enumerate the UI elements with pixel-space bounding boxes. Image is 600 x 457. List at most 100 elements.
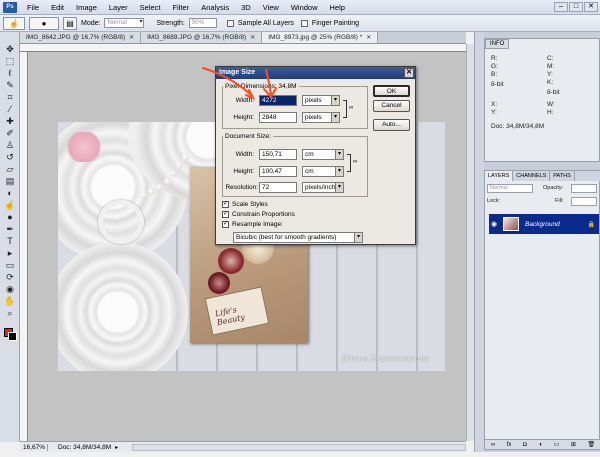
dodge-tool-icon[interactable]: ● [4,212,16,223]
pixel-height-input[interactable]: 2848 [259,112,297,123]
menu-layer[interactable]: Layer [103,3,134,12]
tab-layers[interactable]: LAYERS [485,171,514,181]
layer-mask-icon[interactable]: ◘ [523,442,527,448]
blur-tool-icon[interactable]: ◐ [4,188,16,199]
layer-row-background[interactable]: ◉ Background 🔒 [489,214,599,234]
resolution-unit-select[interactable]: pixels/inch ▾ [302,182,344,193]
zoom-tool-icon[interactable]: ⌕ [4,308,16,319]
pen-tool-icon[interactable]: ✒ [4,224,16,235]
finger-painting-checkbox[interactable] [300,19,308,27]
ok-button[interactable]: OK [373,85,410,97]
hand-tool-icon[interactable]: ✋ [4,296,16,307]
doc-width-input[interactable]: 150,71 [259,149,297,160]
close-tab-icon[interactable]: ✕ [129,34,134,41]
eyedropper-tool-icon[interactable]: ⁄ [4,104,16,115]
gradient-tool-icon[interactable]: ▤ [4,176,16,187]
delete-layer-icon[interactable]: 🗑 [587,441,595,448]
strength-input[interactable]: 50% [188,18,217,28]
auto-button[interactable]: Auto... [373,119,410,131]
clone-stamp-tool-icon[interactable]: ♙ [4,140,16,151]
new-group-icon[interactable]: ▭ [554,441,560,448]
menu-file[interactable]: File [21,3,45,12]
constrain-proportions-checkbox[interactable]: ✓ Constrain Proportions [222,211,295,218]
pixel-width-unit-select[interactable]: pixels ▾ [302,95,340,106]
status-menu-arrow-icon[interactable]: ▸ [115,444,118,451]
blend-mode-select[interactable]: Normal [487,184,533,193]
dialog-title-bar[interactable]: Image Size ✕ [216,67,415,79]
tool-preset-picker[interactable]: ☝ [3,16,25,30]
resolution-label: Resolution: [225,184,258,191]
resample-image-checkbox[interactable]: ✓ Resample Image: [222,221,283,228]
adjustment-layer-icon[interactable]: ◑ [538,442,542,448]
3d-rotate-tool-icon[interactable]: ⟳ [4,272,16,283]
healing-brush-tool-icon[interactable]: ✚ [4,116,16,127]
menu-3d[interactable]: 3D [235,3,257,12]
cancel-button[interactable]: Cancel [373,100,410,112]
brush-preset-picker[interactable]: ● [29,16,59,30]
dialog-title: Image Size [219,69,256,76]
crop-tool-icon[interactable]: ⌗ [4,92,16,103]
move-tool-icon[interactable]: ✥ [4,44,16,55]
dropdown-arrow-icon: ▾ [331,113,339,122]
close-tab-icon[interactable]: ✕ [366,34,371,41]
link-layers-icon[interactable]: ∞ [491,442,495,448]
vertical-scrollbar[interactable] [466,44,474,441]
doc-tab-label: IMG_8689.JPG @ 16,7% (RGB/8) [147,34,247,41]
layer-style-icon[interactable]: fx [507,442,512,448]
background-color-swatch[interactable] [8,332,17,341]
fill-input[interactable] [571,197,597,206]
eraser-tool-icon[interactable]: ▱ [4,164,16,175]
ruler-horizontal[interactable] [20,44,466,52]
menu-select[interactable]: Select [134,3,167,12]
mode-select[interactable]: Normal [104,18,145,28]
pixel-height-unit-select[interactable]: pixels ▾ [302,112,340,123]
zoom-level[interactable]: 16,67% [20,443,48,451]
close-window-button[interactable]: ✕ [584,2,598,12]
doc-width-unit-select[interactable]: cm ▾ [302,149,344,160]
menu-image[interactable]: Image [70,3,103,12]
scale-styles-checkbox[interactable]: ✓ Scale Styles [222,201,268,208]
minimize-button[interactable]: – [554,2,568,12]
doc-height-unit-select[interactable]: cm ▾ [302,166,344,177]
brush-tool-icon[interactable]: ✐ [4,128,16,139]
doc-tab-2[interactable]: IMG_8689.JPG @ 16,7% (RGB/8) ✕ [141,32,263,43]
menu-view[interactable]: View [257,3,285,12]
layer-name: Background [525,220,560,228]
horizontal-scrollbar[interactable] [132,443,466,451]
info-tab[interactable]: INFO [485,39,510,49]
doc-tab-3[interactable]: IMG_8973.jpg @ 25% (RGB/8) * ✕ [262,32,379,43]
menu-edit[interactable]: Edit [45,3,70,12]
dialog-close-icon[interactable]: ✕ [404,68,414,78]
type-tool-icon[interactable]: T [4,236,16,247]
path-select-tool-icon[interactable]: ▸ [4,248,16,259]
doc-tab-1[interactable]: IMG_8642.JPG @ 16,7% (RGB/8) ✕ [20,32,142,43]
sample-all-layers-checkbox[interactable] [226,19,234,27]
tab-channels[interactable]: CHANNELS [513,171,551,181]
resample-method-select[interactable]: Bicubic (best for smooth gradients) ▾ [233,232,363,243]
3d-orbit-tool-icon[interactable]: ◉ [4,284,16,295]
history-brush-tool-icon[interactable]: ↺ [4,152,16,163]
new-layer-icon[interactable]: ⊞ [571,441,576,448]
resolution-input[interactable]: 72 [259,182,297,193]
quick-select-tool-icon[interactable]: ✎ [4,80,16,91]
close-tab-icon[interactable]: ✕ [250,34,255,41]
image-size-dialog: Image Size ✕ Pixel Dimensions: 34,8M Wid… [215,66,416,245]
marquee-tool-icon[interactable]: ⬚ [4,56,16,67]
visibility-eye-icon[interactable]: ◉ [489,220,499,228]
menu-analysis[interactable]: Analysis [195,3,235,12]
tab-paths[interactable]: PATHS [550,171,575,181]
lasso-tool-icon[interactable]: ℓ [4,68,16,79]
unit-value: pixels [305,97,322,104]
shape-tool-icon[interactable]: ▭ [4,260,16,271]
panel-dock-strip[interactable] [474,32,484,452]
maximize-button[interactable]: □ [569,2,583,12]
ruler-vertical[interactable] [20,52,28,441]
brush-panel-toggle[interactable]: ▤ [63,16,77,30]
menu-filter[interactable]: Filter [167,3,196,12]
pixel-width-input[interactable]: 4272 [259,95,297,106]
opacity-input[interactable] [571,184,597,193]
doc-height-input[interactable]: 100,47 [259,166,297,177]
smudge-tool-icon[interactable]: ☝ [4,200,16,211]
menu-window[interactable]: Window [285,3,324,12]
menu-help[interactable]: Help [324,3,351,12]
